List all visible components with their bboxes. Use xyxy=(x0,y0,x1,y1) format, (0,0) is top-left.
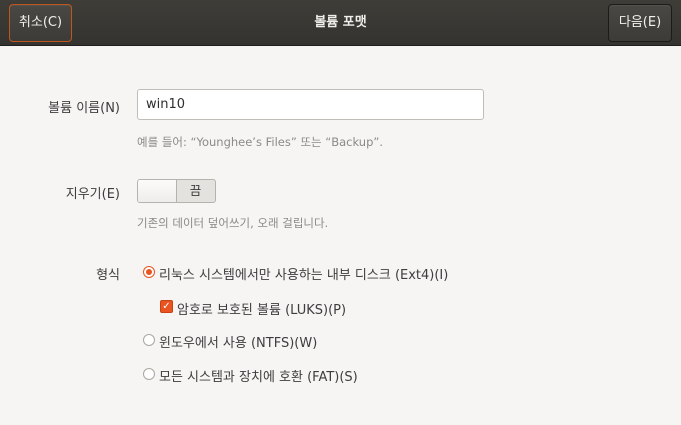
luks-checkbox[interactable]: ✓ xyxy=(160,300,173,313)
switch-slider[interactable] xyxy=(138,180,177,202)
erase-label: 지우기(E) xyxy=(65,187,120,202)
radio-ext4[interactable] xyxy=(143,266,155,278)
volume-name-input[interactable]: win10 xyxy=(137,89,484,120)
volume-name-label: 볼륨 이름(N) xyxy=(48,101,120,116)
switch-state-text: 끔 xyxy=(189,183,202,198)
dialog-title: 볼륨 포맷 xyxy=(314,15,367,30)
erase-hint: 기존의 데이터 덮어쓰기, 오래 걸립니다. xyxy=(137,216,329,230)
next-button[interactable]: 다음(E) xyxy=(608,4,672,42)
checkmark-icon: ✓ xyxy=(162,301,171,312)
radio-fat[interactable] xyxy=(143,368,155,380)
volume-name-hint: 예를 들어: “Younghee’s Files” 또는 “Backup”. xyxy=(137,135,384,149)
option-ext4-label[interactable]: 리눅스 시스템에서만 사용하는 내부 디스크 (Ext4)(I) xyxy=(159,264,448,283)
format-label: 형식 xyxy=(96,268,120,283)
option-fat-label[interactable]: 모든 시스템과 장치에 호환 (FAT)(S) xyxy=(159,366,358,385)
header-bar: 취소(C) 볼륨 포맷 다음(E) xyxy=(0,0,681,46)
option-ntfs-label[interactable]: 윈도우에서 사용 (NTFS)(W) xyxy=(159,332,317,351)
radio-ntfs[interactable] xyxy=(143,334,155,346)
erase-switch[interactable]: 끔 xyxy=(137,179,216,203)
option-luks-label[interactable]: 암호로 보호된 볼륨 (LUKS)(P) xyxy=(177,299,346,318)
